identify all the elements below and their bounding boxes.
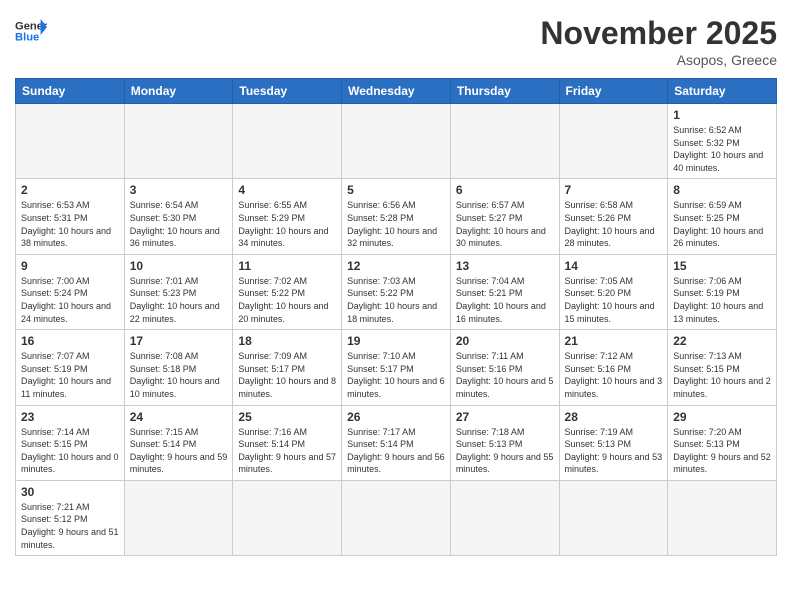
header-wednesday: Wednesday (342, 79, 451, 104)
day-30: 30 Sunrise: 7:21 AMSunset: 5:12 PMDaylig… (16, 480, 125, 555)
day-1: 1 Sunrise: 6:52 AMSunset: 5:32 PMDayligh… (668, 104, 777, 179)
week-row-1: 1 Sunrise: 6:52 AMSunset: 5:32 PMDayligh… (16, 104, 777, 179)
day-17: 17 Sunrise: 7:08 AMSunset: 5:18 PMDaylig… (124, 330, 233, 405)
location: Asopos, Greece (540, 52, 777, 68)
logo-icon: General Blue (15, 15, 47, 47)
day-12: 12 Sunrise: 7:03 AMSunset: 5:22 PMDaylig… (342, 254, 451, 329)
title-block: November 2025 Asopos, Greece (540, 15, 777, 68)
day-empty-7 (124, 480, 233, 555)
svg-text:Blue: Blue (15, 32, 39, 44)
day-empty-8 (233, 480, 342, 555)
logo: General Blue (15, 15, 47, 47)
month-title: November 2025 (540, 15, 777, 52)
header-tuesday: Tuesday (233, 79, 342, 104)
day-20: 20 Sunrise: 7:11 AMSunset: 5:16 PMDaylig… (450, 330, 559, 405)
day-13: 13 Sunrise: 7:04 AMSunset: 5:21 PMDaylig… (450, 254, 559, 329)
day-empty-5 (450, 104, 559, 179)
day-29: 29 Sunrise: 7:20 AMSunset: 5:13 PMDaylig… (668, 405, 777, 480)
day-14: 14 Sunrise: 7:05 AMSunset: 5:20 PMDaylig… (559, 254, 668, 329)
day-27: 27 Sunrise: 7:18 AMSunset: 5:13 PMDaylig… (450, 405, 559, 480)
week-row-4: 16 Sunrise: 7:07 AMSunset: 5:19 PMDaylig… (16, 330, 777, 405)
day-empty-6 (559, 104, 668, 179)
day-empty-9 (342, 480, 451, 555)
week-row-3: 9 Sunrise: 7:00 AMSunset: 5:24 PMDayligh… (16, 254, 777, 329)
header-friday: Friday (559, 79, 668, 104)
day-28: 28 Sunrise: 7:19 AMSunset: 5:13 PMDaylig… (559, 405, 668, 480)
day-15: 15 Sunrise: 7:06 AMSunset: 5:19 PMDaylig… (668, 254, 777, 329)
page: General Blue November 2025 Asopos, Greec… (0, 0, 792, 612)
day-26: 26 Sunrise: 7:17 AMSunset: 5:14 PMDaylig… (342, 405, 451, 480)
week-row-6: 30 Sunrise: 7:21 AMSunset: 5:12 PMDaylig… (16, 480, 777, 555)
day-2: 2 Sunrise: 6:53 AMSunset: 5:31 PMDayligh… (16, 179, 125, 254)
day-empty-10 (450, 480, 559, 555)
day-3: 3 Sunrise: 6:54 AMSunset: 5:30 PMDayligh… (124, 179, 233, 254)
day-23: 23 Sunrise: 7:14 AMSunset: 5:15 PMDaylig… (16, 405, 125, 480)
day-4: 4 Sunrise: 6:55 AMSunset: 5:29 PMDayligh… (233, 179, 342, 254)
weekday-header-row: Sunday Monday Tuesday Wednesday Thursday… (16, 79, 777, 104)
day-empty-2 (124, 104, 233, 179)
day-9: 9 Sunrise: 7:00 AMSunset: 5:24 PMDayligh… (16, 254, 125, 329)
day-25: 25 Sunrise: 7:16 AMSunset: 5:14 PMDaylig… (233, 405, 342, 480)
day-11: 11 Sunrise: 7:02 AMSunset: 5:22 PMDaylig… (233, 254, 342, 329)
day-10: 10 Sunrise: 7:01 AMSunset: 5:23 PMDaylig… (124, 254, 233, 329)
header: General Blue November 2025 Asopos, Greec… (15, 15, 777, 68)
header-thursday: Thursday (450, 79, 559, 104)
day-5: 5 Sunrise: 6:56 AMSunset: 5:28 PMDayligh… (342, 179, 451, 254)
day-7: 7 Sunrise: 6:58 AMSunset: 5:26 PMDayligh… (559, 179, 668, 254)
day-21: 21 Sunrise: 7:12 AMSunset: 5:16 PMDaylig… (559, 330, 668, 405)
day-8: 8 Sunrise: 6:59 AMSunset: 5:25 PMDayligh… (668, 179, 777, 254)
day-empty-12 (668, 480, 777, 555)
day-24: 24 Sunrise: 7:15 AMSunset: 5:14 PMDaylig… (124, 405, 233, 480)
header-sunday: Sunday (16, 79, 125, 104)
week-row-2: 2 Sunrise: 6:53 AMSunset: 5:31 PMDayligh… (16, 179, 777, 254)
day-empty-3 (233, 104, 342, 179)
day-empty-4 (342, 104, 451, 179)
day-6: 6 Sunrise: 6:57 AMSunset: 5:27 PMDayligh… (450, 179, 559, 254)
week-row-5: 23 Sunrise: 7:14 AMSunset: 5:15 PMDaylig… (16, 405, 777, 480)
day-empty-11 (559, 480, 668, 555)
day-16: 16 Sunrise: 7:07 AMSunset: 5:19 PMDaylig… (16, 330, 125, 405)
header-saturday: Saturday (668, 79, 777, 104)
calendar: Sunday Monday Tuesday Wednesday Thursday… (15, 78, 777, 556)
day-empty-1 (16, 104, 125, 179)
day-18: 18 Sunrise: 7:09 AMSunset: 5:17 PMDaylig… (233, 330, 342, 405)
day-22: 22 Sunrise: 7:13 AMSunset: 5:15 PMDaylig… (668, 330, 777, 405)
header-monday: Monday (124, 79, 233, 104)
day-19: 19 Sunrise: 7:10 AMSunset: 5:17 PMDaylig… (342, 330, 451, 405)
